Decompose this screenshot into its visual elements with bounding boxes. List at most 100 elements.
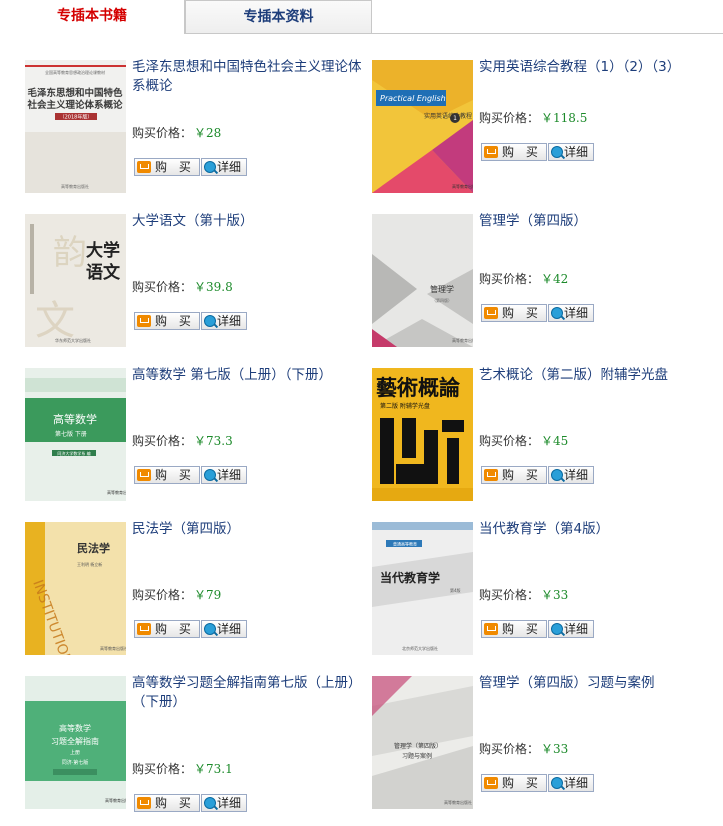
buy-button[interactable]: 购 买	[481, 143, 547, 161]
svg-text:高等数学: 高等数学	[59, 723, 91, 733]
buy-button-label: 购 买	[502, 306, 542, 320]
details-button[interactable]: 详细	[548, 466, 594, 484]
svg-text:实用英语综合教程: 实用英语综合教程	[424, 112, 472, 120]
book-title-link[interactable]: 高等数学 第七版（上册）（下册）	[132, 366, 364, 385]
shopping-cart-icon	[484, 146, 498, 158]
svg-text:高等教育出版社: 高等教育出版社	[61, 183, 89, 189]
details-button-label: 详细	[217, 468, 242, 482]
book-price: 购买价格： ￥28	[132, 124, 221, 141]
buy-button[interactable]: 购 买	[481, 620, 547, 638]
svg-text:华东师范大学出版社: 华东师范大学出版社	[55, 337, 91, 343]
book-price: 购买价格： ￥39.8	[132, 278, 233, 295]
price-value: ￥39.8	[194, 280, 233, 294]
svg-text:民法学: 民法学	[77, 541, 110, 555]
svg-text:全国高等教育思想政治理论课教材: 全国高等教育思想政治理论课教材	[45, 69, 105, 75]
book-cover-image[interactable]: 民法学 王利明 杨立新 INSTITUTIONES 高等教育出版社	[25, 522, 126, 655]
book-title-link[interactable]: 实用英语综合教程（1）（2）（3）	[479, 58, 711, 77]
shopping-cart-icon	[484, 469, 498, 481]
buy-button-label: 购 买	[155, 160, 195, 174]
details-button[interactable]: 详细	[201, 158, 247, 176]
buy-button[interactable]: 购 买	[481, 304, 547, 322]
svg-text:高等教育出版社: 高等教育出版社	[105, 797, 126, 803]
buy-button[interactable]: 购 买	[134, 466, 200, 484]
book-title-link[interactable]: 管理学（第四版）	[479, 212, 711, 231]
book-item: 管理学（第四版） 习题与案例 高等教育出版社 管理学（第四版）习题与案例 购买价格：…	[372, 674, 717, 811]
shopping-cart-icon	[137, 797, 151, 809]
book-title-link[interactable]: 艺术概论（第二版）附辅学光盘	[479, 366, 711, 385]
book-item: 全国高等教育思想政治理论课教材 毛泽东思想和中国特色 社会主义理论体系概论 （2018…	[25, 58, 370, 195]
buy-button-label: 购 买	[502, 145, 542, 159]
book-title-link[interactable]: 高等数学习题全解指南第七版（上册）（下册）	[132, 674, 364, 712]
tab-bar: 专插本书籍 专插本资料	[0, 0, 723, 34]
book-cover-image[interactable]: 管理学 （第四版） 高等教育出版社	[372, 214, 473, 347]
details-button[interactable]: 详细	[201, 794, 247, 812]
book-cover-image[interactable]: 藝術概論 第二版 附辅学光盘	[372, 368, 473, 501]
book-title-link[interactable]: 毛泽东思想和中国特色社会主义理论体系概论	[132, 58, 364, 96]
price-value: ￥33	[541, 588, 569, 602]
buy-button[interactable]: 购 买	[481, 774, 547, 792]
book-cover-image[interactable]: 高等数学习题全解指南上册同济·第七版高等教育出版社	[25, 676, 126, 809]
magnifier-icon	[551, 469, 563, 481]
shopping-cart-icon	[137, 623, 151, 635]
svg-text:高等教育出版社: 高等教育出版社	[452, 183, 473, 189]
buy-button[interactable]: 购 买	[134, 620, 200, 638]
details-button[interactable]: 详细	[548, 143, 594, 161]
details-button[interactable]: 详细	[548, 304, 594, 322]
book-price: 购买价格： ￥45	[479, 432, 568, 449]
book-item: Practical English 实用英语综合教程1 高等教育出版社 实用英语综合…	[372, 58, 717, 195]
magnifier-icon	[551, 307, 563, 319]
svg-text:毛泽东思想和中国特色: 毛泽东思想和中国特色	[27, 87, 123, 99]
book-cover-image[interactable]: 普通高等教育 当代教育学 第4版 北京师范大学出版社	[372, 522, 473, 655]
svg-text:第七版 下册: 第七版 下册	[55, 430, 87, 438]
tab-books[interactable]: 专插本书籍	[0, 0, 185, 34]
buy-button-label: 购 买	[502, 776, 542, 790]
details-button[interactable]: 详细	[201, 620, 247, 638]
details-button[interactable]: 详细	[548, 774, 594, 792]
buy-button[interactable]: 购 买	[134, 312, 200, 330]
shopping-cart-icon	[484, 623, 498, 635]
buy-button[interactable]: 购 买	[134, 794, 200, 812]
magnifier-icon	[204, 315, 216, 327]
book-item: 高等数学第七版 下册同济大学数学系 编高等教育出版社 高等数学 第七版（上册）（…	[25, 366, 370, 503]
price-label: 购买价格：	[479, 272, 540, 286]
details-button[interactable]: 详细	[201, 312, 247, 330]
svg-text:普通高等教育: 普通高等教育	[393, 541, 417, 547]
svg-text:王利明 杨立新: 王利明 杨立新	[77, 561, 102, 567]
details-button[interactable]: 详细	[548, 620, 594, 638]
details-button-label: 详细	[217, 796, 242, 810]
price-value: ￥73.1	[194, 762, 233, 776]
book-item: 普通高等教育 当代教育学 第4版 北京师范大学出版社 当代教育学（第4版） 购买价格：…	[372, 520, 717, 657]
book-cover-image[interactable]: 高等数学第七版 下册同济大学数学系 编高等教育出版社	[25, 368, 126, 501]
tab-materials[interactable]: 专插本资料	[185, 0, 372, 33]
book-cover-image[interactable]: 韵文大学 语文 华东师范大学出版社	[25, 214, 126, 347]
book-cover-image[interactable]: 管理学（第四版） 习题与案例 高等教育出版社	[372, 676, 473, 809]
book-item: 高等数学习题全解指南上册同济·第七版高等教育出版社 高等数学习题全解指南第七版（…	[25, 674, 370, 812]
book-cover-image[interactable]: Practical English 实用英语综合教程1 高等教育出版社	[372, 60, 473, 193]
book-title-link[interactable]: 当代教育学（第4版）	[479, 520, 711, 539]
book-price: 购买价格： ￥73.3	[132, 432, 233, 449]
details-button-label: 详细	[217, 314, 242, 328]
book-title-link[interactable]: 管理学（第四版）习题与案例	[479, 674, 711, 693]
price-label: 购买价格：	[479, 742, 540, 756]
details-button-label: 详细	[564, 776, 589, 790]
svg-text:（第四版）: （第四版）	[432, 297, 452, 303]
svg-text:高等数学: 高等数学	[53, 412, 97, 426]
details-button-label: 详细	[564, 468, 589, 482]
svg-text:（2018年版）: （2018年版）	[60, 114, 93, 121]
magnifier-icon	[551, 623, 563, 635]
svg-text:高等教育出版社: 高等教育出版社	[452, 337, 473, 343]
magnifier-icon	[204, 161, 216, 173]
book-title-link[interactable]: 大学语文（第十版）	[132, 212, 364, 231]
details-button[interactable]: 详细	[201, 466, 247, 484]
book-cover-image[interactable]: 全国高等教育思想政治理论课教材 毛泽东思想和中国特色 社会主义理论体系概论 （2018…	[25, 60, 126, 193]
magnifier-icon	[204, 469, 216, 481]
buy-button[interactable]: 购 买	[134, 158, 200, 176]
svg-text:韵: 韵	[53, 233, 87, 273]
book-title-link[interactable]: 民法学（第四版）	[132, 520, 364, 539]
price-label: 购买价格：	[132, 434, 193, 448]
buy-button[interactable]: 购 买	[481, 466, 547, 484]
svg-text:藝術概論: 藝術概論	[376, 376, 461, 400]
details-button-label: 详细	[564, 306, 589, 320]
price-value: ￥42	[541, 272, 569, 286]
book-item: 藝術概論 第二版 附辅学光盘 艺术概论（第二版）附辅学光盘 购买价格： ￥45 购 …	[372, 366, 717, 503]
